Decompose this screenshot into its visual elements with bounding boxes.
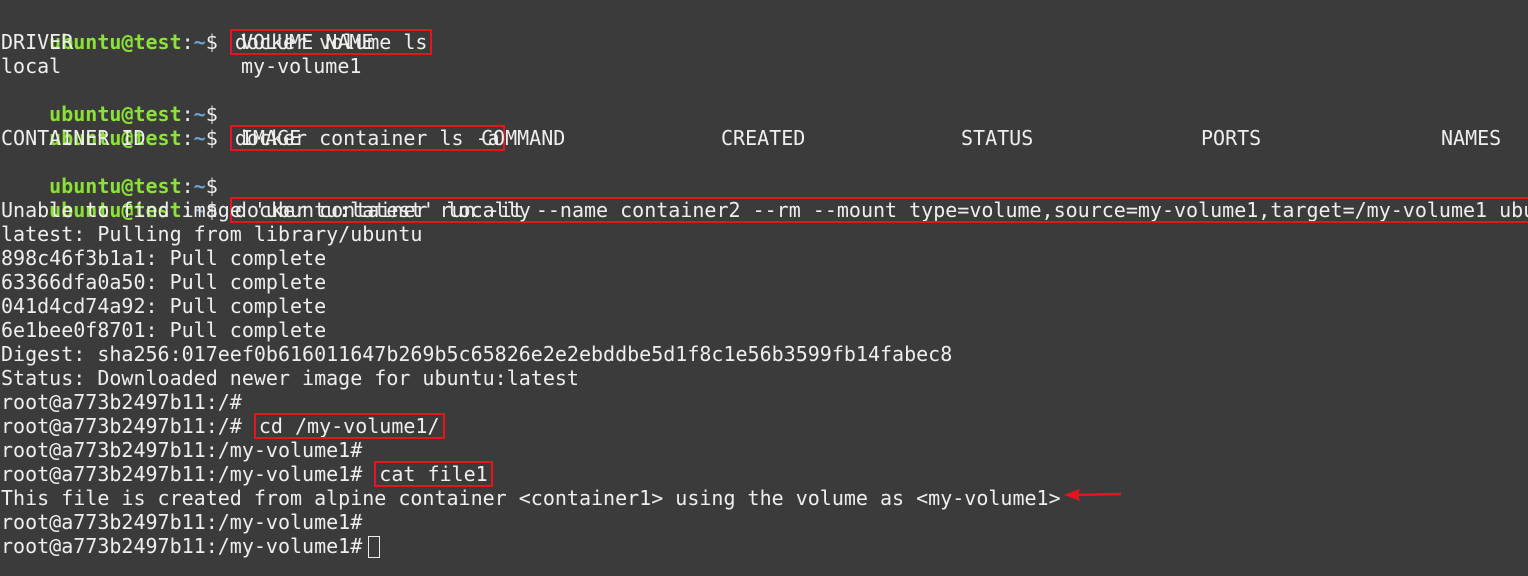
volume-table-row: local my-volume1	[1, 54, 1528, 78]
column-header-image: IMAGE	[241, 126, 302, 150]
highlighted-command-cd: cd /my-volume1/	[253, 413, 445, 439]
column-header-names: NAMES	[1441, 126, 1502, 150]
prompt-line: ubuntu@test:~$ docker volume ls	[1, 6, 1528, 55]
prompt-line: ubuntu@test:~$	[1, 78, 1528, 126]
root-prompt: root@a773b2497b11:/#	[1, 414, 254, 438]
output-line: latest: Pulling from library/ubuntu	[1, 222, 423, 246]
column-header-volume-name: VOLUME NAME	[241, 30, 374, 54]
volume-table-header: DRIVER VOLUME NAME	[1, 30, 1528, 54]
output-line: Unable to find image 'ubuntu:latest' loc…	[1, 198, 531, 222]
root-prompt: root@a773b2497b11:/#	[1, 390, 242, 414]
root-prompt-line: root@a773b2497b11:/# cd /my-volume1/	[1, 413, 1528, 439]
arrow-head	[1064, 489, 1080, 501]
prompt-line: ubuntu@test:~$ docker container ls -a	[1, 102, 1528, 151]
root-prompt: root@a773b2497b11:/my-volume1#	[1, 462, 375, 486]
column-header-command: COMMAND	[481, 126, 566, 150]
arrow-shaft	[1073, 492, 1122, 497]
column-header-ports: PORTS	[1201, 126, 1262, 150]
prompt-line: ubuntu@test:~$	[1, 150, 1528, 198]
terminal-window[interactable]: ubuntu@test:~$ docker volume ls DRIVER V…	[1, 6, 1528, 576]
root-prompt-line: root@a773b2497b11:/my-volume1#	[1, 438, 1528, 462]
root-prompt-line: root@a773b2497b11:/my-volume1#	[1, 510, 1528, 534]
root-prompt: root@a773b2497b11:/my-volume1#	[1, 534, 363, 558]
output-line: 898c46f3b1a1: Pull complete	[1, 246, 327, 270]
column-header-status: STATUS	[961, 126, 1034, 150]
cat-output-line: This file is created from alpine contain…	[1, 486, 1061, 510]
volume-driver-cell: local	[1, 54, 62, 78]
root-prompt-line: root@a773b2497b11:/#	[1, 390, 1528, 414]
volume-name-cell: my-volume1	[241, 54, 362, 78]
container-table-header: CONTAINER ID IMAGE COMMAND CREATED STATU…	[1, 126, 1528, 150]
column-header-created: CREATED	[721, 126, 806, 150]
root-prompt-line: root@a773b2497b11:/my-volume1# cat file1	[1, 461, 1528, 487]
root-prompt: root@a773b2497b11:/my-volume1#	[1, 438, 363, 462]
output-line: 041d4cd74a92: Pull complete	[1, 294, 327, 318]
active-prompt-line[interactable]: root@a773b2497b11:/my-volume1#	[1, 534, 1528, 558]
root-prompt: root@a773b2497b11:/my-volume1#	[1, 510, 363, 534]
column-header-container-id: CONTAINER ID	[1, 126, 146, 150]
output-line: 6e1bee0f8701: Pull complete	[1, 318, 327, 342]
annotation-arrow-icon	[1064, 489, 1122, 501]
output-line: Digest: sha256:017eef0b616011647b269b5c6…	[1, 342, 953, 366]
prompt-line: ubuntu@test:~$ docker container run -it …	[1, 174, 1528, 223]
output-line: Status: Downloaded newer image for ubunt…	[1, 366, 579, 390]
highlighted-command-cat: cat file1	[374, 461, 493, 487]
terminal-cursor[interactable]	[368, 535, 381, 558]
output-line: 63366dfa0a50: Pull complete	[1, 270, 327, 294]
column-header-driver: DRIVER	[1, 30, 74, 54]
